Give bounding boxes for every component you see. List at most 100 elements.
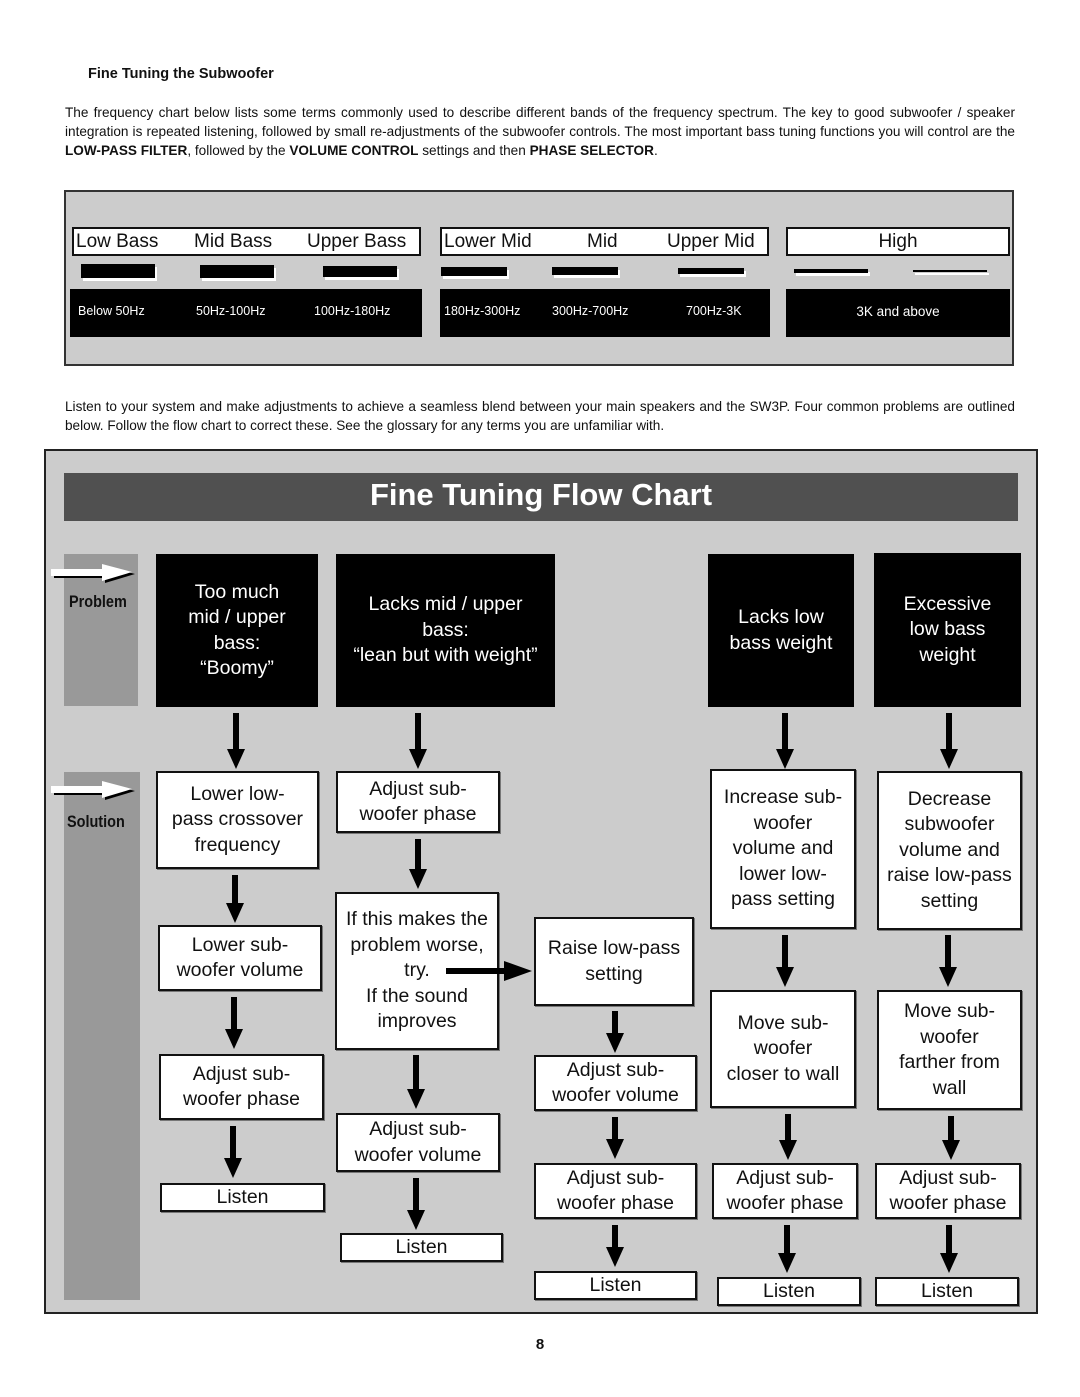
listen-step: Listen: [534, 1271, 697, 1300]
down-arrow-icon: [407, 1178, 425, 1230]
flow-chart-title: Fine Tuning Flow Chart: [369, 477, 713, 512]
intro-text: settings and then: [418, 143, 530, 158]
high-range-box: 3K and above: [786, 289, 1010, 337]
step-text: Move sub- woofer farther from wall: [899, 1000, 1000, 1099]
intro-text: , followed by the: [187, 143, 290, 158]
intro-bold-low-pass: LOW-PASS FILTER: [65, 143, 188, 158]
down-arrow-icon: [776, 713, 794, 769]
range-lower-mid: 180Hz-300Hz: [444, 304, 521, 318]
problem-arrow-icon: [51, 564, 135, 583]
band-name-mid-bass: Mid Bass: [194, 231, 273, 252]
range-mid: 300Hz-700Hz: [552, 304, 629, 318]
high-label-box: High: [786, 227, 1010, 256]
down-arrow-icon: [776, 935, 794, 987]
down-arrow-icon: [779, 1114, 797, 1160]
band-bar: [794, 269, 868, 273]
intro-bold-phase: PHASE SELECTOR: [529, 143, 654, 158]
solution-step: Lower low- pass crossover frequency: [156, 771, 319, 869]
step-text: Listen: [589, 1273, 642, 1296]
down-arrow-icon: [942, 1116, 960, 1160]
listen-step: Listen: [340, 1233, 503, 1262]
solution-row-strip: [64, 772, 140, 1300]
down-arrow-icon: [227, 713, 245, 769]
problem-box-boomy: Too much mid / upper bass: “Boomy”: [156, 554, 318, 707]
step-text: Adjust sub- woofer volume: [354, 1118, 482, 1166]
frequency-chart: Low Bass Mid Bass Upper Bass Below 50Hz …: [64, 190, 1014, 366]
flow-chart: Fine Tuning Flow Chart Problem Solution …: [44, 449, 1038, 1314]
branch-arrow-icon: [446, 961, 532, 981]
problem-text: Lacks low bass weight: [729, 606, 833, 654]
listen-step: Listen: [717, 1277, 861, 1306]
band-bar: [913, 270, 987, 272]
step-text: Adjust sub- woofer phase: [889, 1166, 1007, 1215]
band-name-upper-bass: Upper Bass: [307, 231, 407, 252]
band-bar: [441, 267, 507, 276]
listen-step: Listen: [875, 1277, 1019, 1306]
down-arrow-icon: [778, 1225, 796, 1273]
step-text: Listen: [395, 1235, 448, 1258]
problem-text: Excessive low bass weight: [903, 592, 992, 666]
band-bar: [678, 268, 744, 274]
down-arrow-icon: [224, 1126, 242, 1178]
down-arrow-icon: [407, 1055, 425, 1109]
problem-box-lean: Lacks mid / upper bass: “lean but with w…: [336, 554, 555, 707]
solution-step: Move sub- woofer farther from wall: [877, 990, 1022, 1110]
step-text: Adjust sub- woofer phase: [556, 1166, 675, 1215]
solution-step: Increase sub- woofer volume and lower lo…: [710, 769, 856, 929]
flow-chart-title-bar: Fine Tuning Flow Chart: [64, 473, 1018, 521]
mid-label-box: Lower Mid Mid Upper Mid: [440, 227, 769, 256]
band-name-high: High: [878, 231, 918, 252]
down-arrow-icon: [940, 713, 958, 769]
page-number: 8: [535, 1336, 545, 1353]
band-bar: [552, 267, 618, 275]
branch-step: Raise low-pass setting: [534, 917, 694, 1006]
down-arrow-icon: [409, 839, 427, 889]
step-text: Raise low-pass setting: [547, 937, 681, 985]
down-arrow-icon: [940, 1225, 958, 1273]
branch-step: Adjust sub- woofer volume: [534, 1055, 697, 1111]
solution-step: Adjust sub- woofer phase: [712, 1163, 858, 1219]
range-mid-bass: 50Hz-100Hz: [196, 304, 266, 318]
solution-step: Decrease subwoofer volume and raise low-…: [877, 771, 1022, 930]
solution-step: Move sub- woofer closer to wall: [710, 990, 856, 1108]
step-text: Listen: [920, 1279, 974, 1302]
band-bar: [200, 265, 274, 278]
down-arrow-icon: [409, 713, 427, 769]
problem-box-lacks-low-bass: Lacks low bass weight: [708, 554, 854, 707]
range-upper-bass: 100Hz-180Hz: [314, 304, 391, 318]
solution-step: Adjust sub- woofer volume: [336, 1113, 500, 1172]
range-low-bass: Below 50Hz: [78, 304, 145, 318]
problem-text: Lacks mid / upper bass: “lean but with w…: [353, 593, 538, 667]
intro-paragraph: The frequency chart below lists some ter…: [65, 103, 1015, 160]
bass-range-box: Below 50Hz 50Hz-100Hz 100Hz-180Hz: [70, 289, 422, 337]
down-arrow-icon: [606, 1011, 624, 1053]
step-text: Move sub- woofer closer to wall: [726, 1011, 840, 1085]
range-upper-mid: 700Hz-3K: [686, 304, 742, 318]
band-name-upper-mid: Upper Mid: [667, 231, 755, 252]
listen-step: Listen: [160, 1183, 325, 1212]
instructions-paragraph: Listen to your system and make adjustmen…: [65, 399, 1015, 433]
step-text: Lower low- pass crossover frequency: [171, 782, 304, 856]
intro-text: .: [653, 143, 658, 158]
band-bar: [323, 266, 397, 277]
step-text: Listen: [216, 1185, 269, 1208]
branch-step: Adjust sub- woofer phase: [534, 1163, 697, 1219]
down-arrow-icon: [939, 935, 957, 987]
step-text: Adjust sub- woofer phase: [359, 777, 477, 826]
solution-step: Lower sub- woofer volume: [158, 925, 322, 991]
problem-row-label: Problem: [69, 592, 127, 611]
solution-step: Adjust sub- woofer phase: [875, 1163, 1021, 1219]
step-text: Adjust sub- woofer volume: [552, 1058, 679, 1107]
problem-box-excessive-low-bass: Excessive low bass weight: [874, 553, 1021, 707]
down-arrow-icon: [606, 1117, 624, 1159]
solution-step: Adjust sub- woofer phase: [159, 1054, 324, 1120]
bass-label-box: Low Bass Mid Bass Upper Bass: [72, 227, 421, 256]
band-name-low-bass: Low Bass: [76, 231, 159, 252]
down-arrow-icon: [606, 1225, 624, 1267]
intro-text: The frequency chart below lists some ter…: [65, 105, 1015, 139]
section-heading: Fine Tuning the Subwoofer: [88, 66, 274, 82]
solution-arrow-icon: [51, 781, 135, 800]
step-text: Adjust sub- woofer phase: [726, 1166, 844, 1215]
problem-text: Too much mid / upper bass: “Boomy”: [188, 580, 286, 680]
band-name-mid: Mid: [587, 231, 618, 252]
